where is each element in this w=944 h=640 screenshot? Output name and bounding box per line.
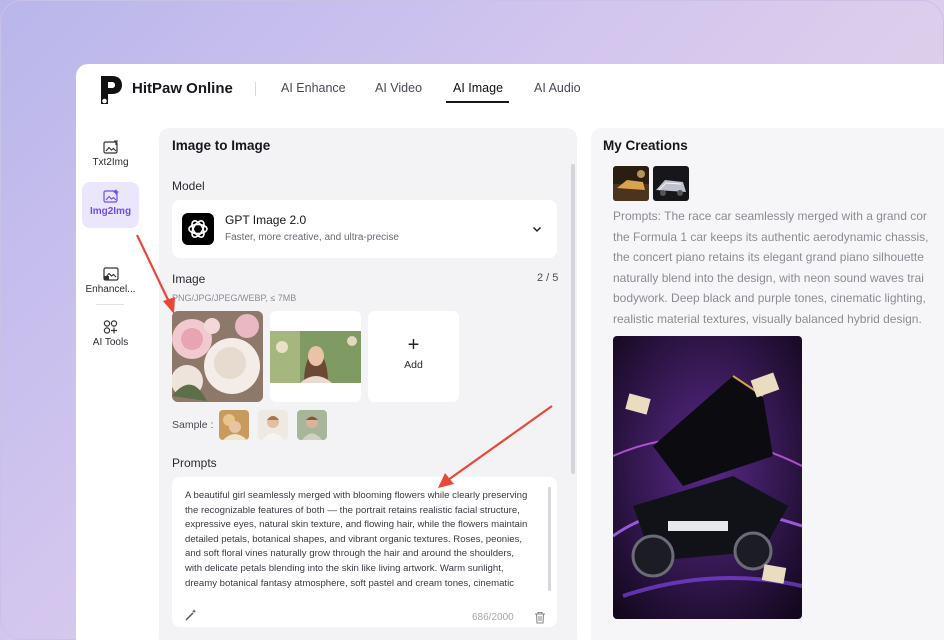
model-description: Faster, more creative, and ultra-precise [225,232,399,243]
magic-wand-icon[interactable] [184,608,198,622]
character-count: 686/2000 [472,612,514,623]
creations-title: My Creations [603,138,688,153]
sidebar-item-ai-tools[interactable]: AI Tools [82,313,139,359]
model-label: Model [172,179,205,193]
creation-prompt-line: the concert piano retains its elegant gr… [613,250,924,265]
sample-label: Sample : [172,419,214,431]
creation-prompt-line: the Formula 1 car keeps its authentic ae… [613,229,929,244]
model-selector[interactable]: GPT Image 2.0 Faster, more creative, and… [172,200,557,258]
text-image-icon [102,140,118,154]
sidebar-item-enhancer[interactable]: Enhancel... [82,260,139,306]
creation-result-image[interactable] [613,336,802,619]
sidebar-item-img2img[interactable]: Img2Img [82,182,139,228]
sidebar-item-label: Txt2Img [92,157,129,168]
prompt-textarea[interactable]: A beautiful girl seamlessly merged with … [172,477,557,627]
top-bar: HitPaw Online AI Enhance AI Video AI Ima… [76,64,944,116]
panel-title: Image to Image [172,138,271,153]
image-count: 2 / 5 [537,272,559,284]
sample-image[interactable] [297,410,327,440]
creation-prompt-line: naturally blend into the design, with ne… [613,270,924,285]
prompts-label: Prompts [172,456,217,470]
creation-prompt: Prompts: The race car seamlessly merged … [613,206,944,330]
creation-prompt-line: Prompts: The race car seamlessly merged … [613,209,927,223]
image-format-hint: PNG/JPG/JPEG/WEBP, ≤ 7MB [172,293,297,303]
creation-prompt-line: realistic material textures, visually ba… [613,311,922,326]
creation-thumbnail[interactable] [653,166,689,201]
app-window: HitPaw Online AI Enhance AI Video AI Ima… [76,64,944,640]
add-label: Add [404,359,423,371]
brand-name[interactable]: HitPaw Online [132,80,233,97]
add-image-button[interactable]: + Add [368,311,459,402]
sidebar-item-label: Img2Img [89,206,132,217]
chevron-down-icon[interactable] [531,223,543,235]
panel-scrollbar[interactable] [571,164,575,474]
sidebar: Txt2Img Img2Img Enhancel... AI Tools [76,128,146,640]
image-sparkle-icon [102,189,119,203]
tab-ai-enhance[interactable]: AI Enhance [281,81,346,95]
hitpaw-logo-icon[interactable] [98,74,124,106]
sidebar-item-txt2img[interactable]: Txt2Img [82,133,139,179]
plus-icon: + [407,334,420,356]
header-divider [255,82,256,96]
enhance-icon [102,267,119,281]
active-tab-indicator [446,101,509,103]
creation-prompt-line: bodywork. Deep black and purple tones, c… [613,291,926,306]
trash-icon[interactable] [534,611,546,624]
creation-thumbnail[interactable] [613,166,649,201]
uploaded-portrait-image[interactable] [270,311,361,402]
tab-ai-audio[interactable]: AI Audio [534,81,581,95]
sidebar-item-label: AI Tools [92,337,129,348]
sample-image[interactable] [219,410,249,440]
sample-image[interactable] [258,410,288,440]
tools-icon [103,320,117,334]
uploaded-flowers-image[interactable] [172,311,263,402]
openai-icon [182,213,214,245]
tab-ai-video[interactable]: AI Video [375,81,422,95]
prompt-text[interactable]: A beautiful girl seamlessly merged with … [185,489,530,591]
prompt-scrollbar[interactable] [548,487,551,591]
tab-ai-image[interactable]: AI Image [453,81,503,95]
model-name: GPT Image 2.0 [225,213,307,227]
sidebar-item-label: Enhancel... [85,284,136,295]
image-label: Image [172,272,206,286]
